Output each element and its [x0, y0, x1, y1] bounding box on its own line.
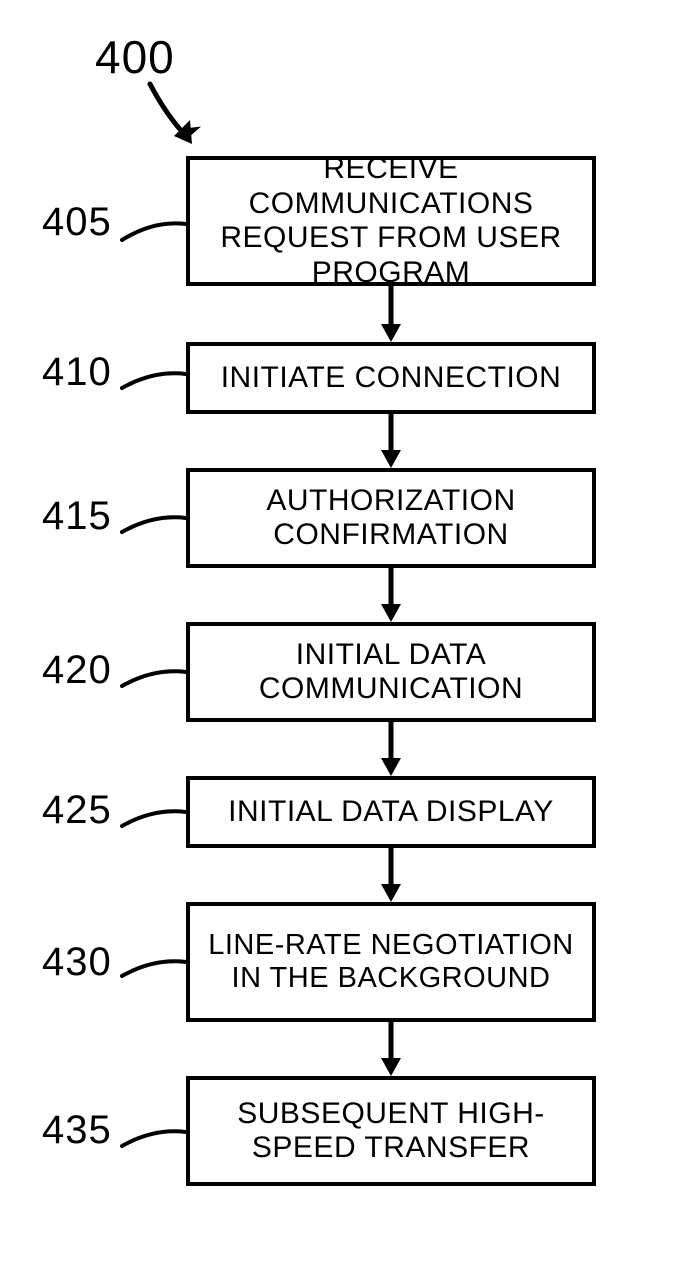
step-text: LINE-RATE NEGOTIATION IN THE BACKGROUND: [196, 929, 586, 996]
step-text: AUTHORIZATION CONFIRMATION: [196, 484, 586, 553]
title-arrow: [140, 78, 220, 158]
connector-430-435: [378, 1022, 404, 1078]
flowchart-canvas: 400 RECEIVE COMMUNICATIONS REQUEST FROM …: [0, 0, 693, 1280]
step-ref-430: 430: [42, 940, 112, 985]
leader-425: [118, 806, 190, 834]
leader-420: [118, 666, 190, 694]
step-ref-435: 435: [42, 1108, 112, 1153]
connector-405-410: [378, 286, 404, 344]
step-box-410: INITIATE CONNECTION: [186, 342, 596, 414]
step-ref-405: 405: [42, 200, 112, 245]
step-text: INITIAL DATA COMMUNICATION: [196, 638, 586, 707]
leader-415: [118, 512, 190, 540]
leader-405: [118, 218, 190, 248]
step-text: INITIATE CONNECTION: [221, 361, 562, 396]
step-box-425: INITIAL DATA DISPLAY: [186, 776, 596, 848]
step-ref-410: 410: [42, 350, 112, 395]
step-box-430: LINE-RATE NEGOTIATION IN THE BACKGROUND: [186, 902, 596, 1022]
step-ref-415: 415: [42, 494, 112, 539]
connector-415-420: [378, 568, 404, 624]
step-text: RECEIVE COMMUNICATIONS REQUEST FROM USER…: [196, 152, 586, 290]
leader-430: [118, 956, 190, 984]
step-text: INITIAL DATA DISPLAY: [228, 795, 554, 830]
step-box-435: SUBSEQUENT HIGH-SPEED TRANSFER: [186, 1076, 596, 1186]
step-ref-420: 420: [42, 648, 112, 693]
connector-425-430: [378, 848, 404, 904]
step-text: SUBSEQUENT HIGH-SPEED TRANSFER: [196, 1097, 586, 1166]
connector-410-415: [378, 414, 404, 470]
leader-410: [118, 368, 190, 396]
step-box-420: INITIAL DATA COMMUNICATION: [186, 622, 596, 722]
step-box-415: AUTHORIZATION CONFIRMATION: [186, 468, 596, 568]
connector-420-425: [378, 722, 404, 778]
step-box-405: RECEIVE COMMUNICATIONS REQUEST FROM USER…: [186, 156, 596, 286]
step-ref-425: 425: [42, 788, 112, 833]
leader-435: [118, 1126, 190, 1154]
diagram-number: 400: [95, 30, 175, 84]
